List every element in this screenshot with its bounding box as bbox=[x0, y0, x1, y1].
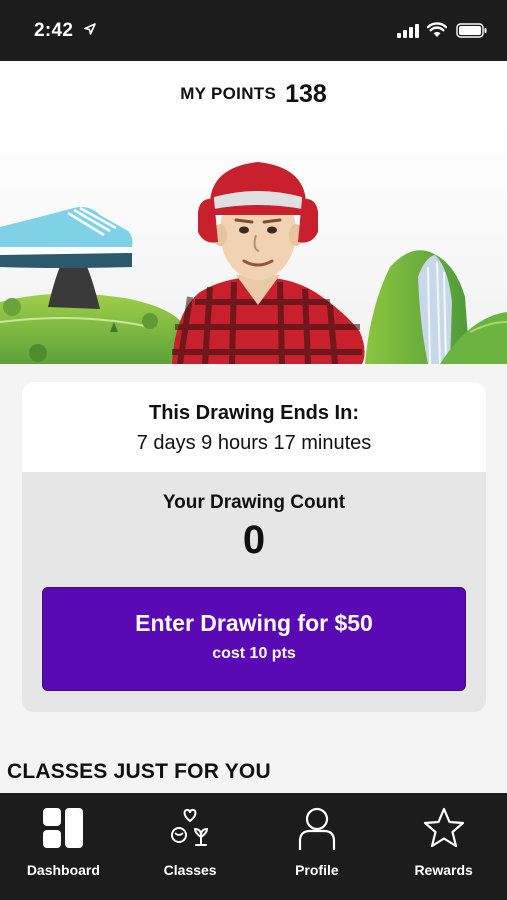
tab-classes-label: Classes bbox=[163, 862, 217, 878]
location-arrow-icon bbox=[84, 23, 96, 35]
tab-classes[interactable]: Classes bbox=[127, 793, 254, 900]
tab-rewards-label: Rewards bbox=[414, 862, 473, 878]
hero-illustration bbox=[0, 127, 507, 364]
tab-profile-label: Profile bbox=[295, 862, 339, 878]
hero-scene bbox=[0, 127, 507, 364]
drawing-count-label: Your Drawing Count bbox=[162, 492, 346, 513]
classes-section-title: CLASSES JUST FOR YOU bbox=[7, 760, 271, 783]
signal-bars-icon bbox=[397, 24, 419, 38]
enter-drawing-cost: cost 10 pts bbox=[212, 645, 296, 662]
person-icon bbox=[298, 807, 335, 850]
points-label: MY POINTS bbox=[180, 84, 277, 103]
tab-profile[interactable]: Profile bbox=[254, 793, 381, 900]
classes-icon bbox=[171, 808, 209, 846]
status-bar: 2:42 bbox=[0, 0, 507, 61]
dashboard-grid-icon bbox=[43, 808, 84, 848]
drawing-ends-time: 7 days 9 hours 17 minutes bbox=[136, 432, 372, 454]
tab-dashboard-label: Dashboard bbox=[26, 862, 100, 878]
bottom-tab-bar: Dashboard Classes Profile Rewards bbox=[0, 793, 507, 900]
tab-rewards[interactable]: Rewards bbox=[380, 793, 507, 900]
points-value: 138 bbox=[285, 79, 327, 108]
battery-icon bbox=[456, 23, 487, 38]
drawing-count-value: 0 bbox=[242, 518, 266, 562]
wifi-icon bbox=[427, 22, 447, 37]
tab-dashboard[interactable]: Dashboard bbox=[0, 793, 127, 900]
status-time: 2:42 bbox=[34, 20, 74, 41]
star-icon bbox=[423, 807, 464, 848]
drawing-card: This Drawing Ends In: 7 days 9 hours 17 … bbox=[22, 382, 486, 712]
points-header: MY POINTS 138 bbox=[0, 61, 507, 127]
drawing-countdown: This Drawing Ends In: 7 days 9 hours 17 … bbox=[22, 382, 486, 472]
enter-drawing-button[interactable]: Enter Drawing for $50 cost 10 pts bbox=[42, 587, 466, 691]
drawing-ends-title: This Drawing Ends In: bbox=[148, 402, 359, 424]
enter-drawing-label: Enter Drawing for $50 bbox=[135, 610, 373, 636]
